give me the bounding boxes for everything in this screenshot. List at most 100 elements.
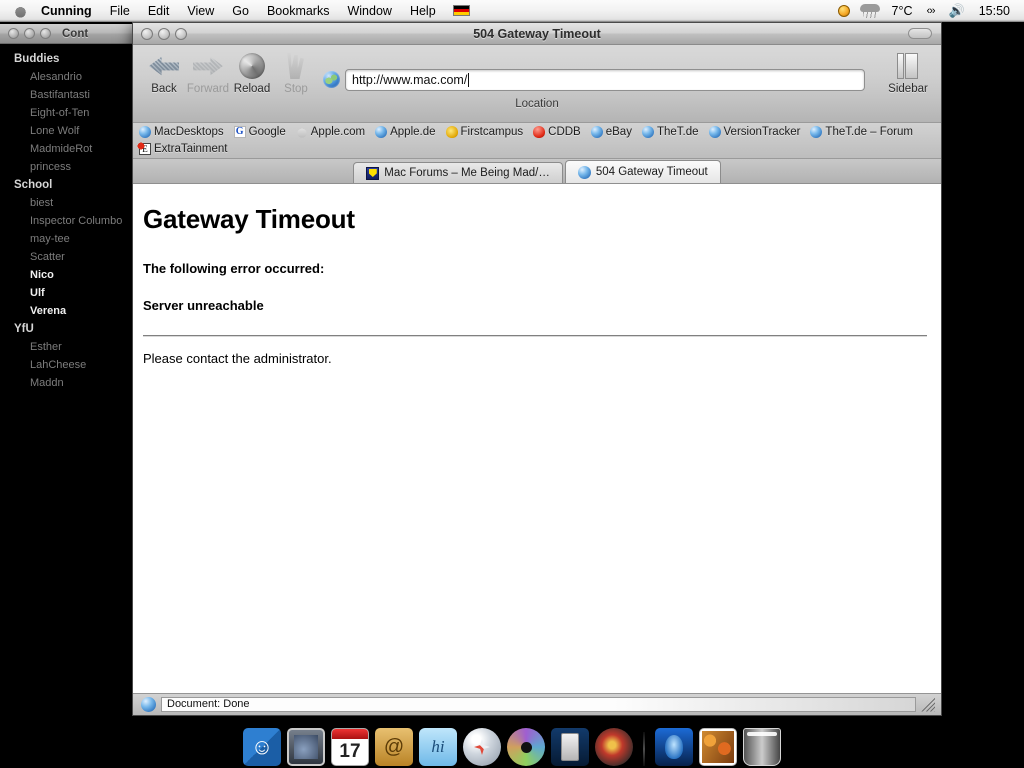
apple-icon — [295, 126, 308, 139]
bookmark-macdesktops[interactable]: MacDesktops — [139, 126, 224, 139]
buddy-item[interactable]: princess — [0, 158, 133, 176]
close-button[interactable] — [141, 27, 153, 40]
buddy-item[interactable]: Maddn — [0, 374, 133, 392]
sidebar-button-label: Sidebar — [888, 83, 928, 95]
buddy-item[interactable]: Inspector Columbo — [0, 212, 133, 230]
browser-titlebar[interactable]: 504 Gateway Timeout — [133, 23, 941, 45]
globe-icon — [375, 126, 388, 139]
buddy-item[interactable]: Eight-of-Ten — [0, 104, 133, 122]
forward-button-label: Forward — [186, 83, 230, 95]
buddy-item[interactable]: Ulf — [0, 284, 133, 302]
menu-item-bookmarks[interactable]: Bookmarks — [258, 2, 339, 20]
weather-rain-icon[interactable] — [859, 3, 880, 18]
buddy-group-school[interactable]: School — [0, 176, 133, 194]
menu-item-help[interactable]: Help — [401, 2, 445, 20]
dock-separator — [643, 732, 645, 766]
bookmark-apple-de[interactable]: Apple.de — [375, 126, 436, 139]
dock-item-safari[interactable] — [463, 728, 501, 766]
buddy-list-titlebar[interactable]: Cont — [0, 24, 133, 44]
close-button[interactable] — [8, 28, 19, 39]
menu-item-go[interactable]: Go — [223, 2, 258, 20]
buddy-item[interactable]: may-tee — [0, 230, 133, 248]
page-heading: Gateway Timeout — [143, 204, 355, 234]
toolbar-toggle-button[interactable] — [908, 28, 932, 39]
ical-day-number: 17 — [339, 741, 361, 762]
resize-grip[interactable] — [921, 697, 935, 712]
buddy-item[interactable]: MadmideRot — [0, 140, 133, 158]
bookmark-label: CDDB — [548, 126, 581, 139]
bookmark-versiontracker[interactable]: VersionTracker — [708, 126, 800, 139]
browser-toolbar: Back Forward Reload Stop http://www.mac.… — [133, 45, 941, 123]
menu-item-file[interactable]: File — [101, 2, 139, 20]
desktop: Cunning File Edit View Go Bookmarks Wind… — [0, 0, 1024, 768]
browser-window[interactable]: 504 Gateway Timeout Back Forward Reload … — [132, 22, 942, 716]
stop-button[interactable]: Stop — [269, 49, 323, 95]
globe-icon — [577, 165, 591, 179]
url-input[interactable]: http://www.mac.com/ — [345, 69, 865, 91]
volume-icon[interactable]: 🔊 — [947, 3, 967, 19]
bookmarks-bar: MacDesktops G Google Apple.com Apple.de … — [133, 123, 941, 159]
buddy-item[interactable]: Esther — [0, 338, 133, 356]
buddy-item[interactable]: Nico — [0, 266, 133, 284]
dock-item-ichat[interactable]: hi — [419, 728, 457, 766]
buddy-item[interactable]: Lone Wolf — [0, 122, 133, 140]
tab-bar: Mac Forums – Me Being Mad/… 504 Gateway … — [133, 159, 941, 184]
menubar-temperature[interactable]: 7°C — [890, 3, 915, 19]
bookmark-thet-de[interactable]: TheT.de — [641, 126, 699, 139]
buddy-item[interactable]: Bastifantasti — [0, 86, 133, 104]
buddy-item[interactable]: biest — [0, 194, 133, 212]
buddy-item[interactable]: Verena — [0, 302, 133, 320]
menubar-clock[interactable]: 15:50 — [977, 3, 1012, 19]
german-flag-icon[interactable] — [452, 5, 470, 16]
window-controls[interactable] — [133, 27, 187, 40]
bookmark-extratainment[interactable]: E ExtraTainment — [137, 141, 937, 155]
zoom-button[interactable] — [40, 28, 51, 39]
location-label: Location — [515, 98, 559, 110]
bookmark-apple-com[interactable]: Apple.com — [295, 126, 365, 139]
bookmark-ebay[interactable]: eBay — [590, 126, 632, 139]
tab-mac-forums[interactable]: Mac Forums – Me Being Mad/… — [353, 162, 563, 183]
buddy-group-yfu[interactable]: YfU — [0, 320, 133, 338]
buddy-group-buddies[interactable]: Buddies — [0, 50, 133, 68]
zoom-button[interactable] — [175, 27, 187, 40]
extratainment-icon: E — [137, 141, 151, 155]
orange-dot-icon[interactable] — [837, 4, 850, 17]
sidebar-button[interactable]: Sidebar — [881, 49, 935, 95]
bluetooth-icon[interactable]: ‹›› — [925, 3, 937, 19]
bookmark-cddb[interactable]: CDDB — [533, 126, 581, 139]
cddb-icon — [533, 126, 546, 139]
buddy-list-window[interactable]: Cont Buddies Alesandrio Bastifantasti Ei… — [0, 24, 133, 419]
dock-item-address-book[interactable]: @ — [375, 728, 413, 766]
dock-item-blue-app[interactable] — [655, 728, 693, 766]
dock-item-system-tower[interactable] — [551, 728, 589, 766]
bookmark-thet-de-forum[interactable]: TheT.de – Forum — [810, 126, 913, 139]
dock-item-picture-app[interactable] — [699, 728, 737, 766]
globe-icon — [139, 126, 151, 139]
buddy-list-title: Cont — [62, 27, 89, 40]
dock-item-finder[interactable]: ☺ — [243, 728, 281, 766]
page-globe-icon[interactable] — [323, 71, 340, 88]
dock-item-itunes-disc[interactable] — [507, 728, 545, 766]
ical-header-icon — [332, 729, 368, 739]
menu-item-edit[interactable]: Edit — [139, 2, 179, 20]
buddy-item[interactable]: Scatter — [0, 248, 133, 266]
globe-icon — [641, 126, 654, 139]
tab-gateway-timeout[interactable]: 504 Gateway Timeout — [564, 160, 721, 183]
stop-button-label: Stop — [284, 83, 308, 95]
apple-menu[interactable] — [0, 3, 39, 18]
buddy-item[interactable]: Alesandrio — [0, 68, 133, 86]
buddy-item[interactable]: LahCheese — [0, 356, 133, 374]
dock-item-media-player[interactable] — [595, 728, 633, 766]
buddy-list-body: Buddies Alesandrio Bastifantasti Eight-o… — [0, 44, 133, 392]
menu-app-name[interactable]: Cunning — [39, 2, 101, 20]
bookmark-firstcampus[interactable]: Firstcampus — [445, 126, 523, 139]
dock-item-ical[interactable]: 17 — [331, 728, 369, 766]
menu-item-view[interactable]: View — [178, 2, 223, 20]
dock-item-preview-photo[interactable] — [287, 728, 325, 766]
menu-item-window[interactable]: Window — [338, 2, 400, 20]
minimize-button[interactable] — [24, 28, 35, 39]
dock-item-trash[interactable] — [743, 728, 781, 766]
bookmark-google[interactable]: G Google — [233, 126, 286, 139]
at-sign-icon: @ — [383, 735, 405, 758]
minimize-button[interactable] — [158, 27, 170, 40]
